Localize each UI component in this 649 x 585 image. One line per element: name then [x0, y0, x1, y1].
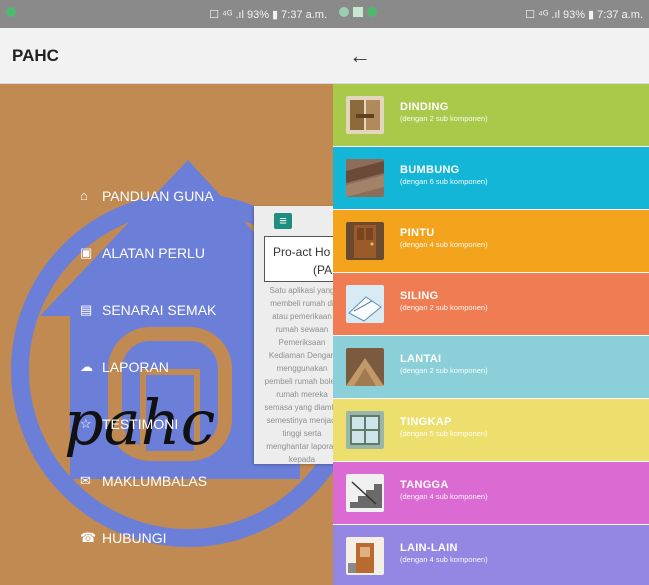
- menu-item-senarai-semak[interactable]: ▤ SENARAI SEMAK: [80, 302, 216, 359]
- menu-item-laporan[interactable]: ☁ LAPORAN: [80, 359, 216, 416]
- floor-image: [346, 348, 384, 386]
- gallery-icon: [353, 7, 363, 17]
- category-tingkap[interactable]: TINGKAP (dengan 5 sub komponen): [333, 399, 649, 461]
- menu-icon[interactable]: ≡: [274, 213, 292, 229]
- category-name: TANGGA: [400, 479, 449, 491]
- ceiling-image: [346, 285, 384, 323]
- left-phone-screen: ☐ ⁴ᴳ .ıl 93% ▮ 7:37 a.m. PAHC pahc ⌂ PAN…: [0, 0, 333, 585]
- roof-image: [346, 159, 384, 197]
- notification-icon: [6, 7, 16, 17]
- category-subtitle: (dengan 5 sub komponen): [400, 429, 488, 438]
- window-image: [346, 411, 384, 449]
- category-subtitle: (dengan 4 sub komponen): [400, 240, 488, 249]
- category-subtitle: (dengan 6 sub komponen): [400, 177, 488, 186]
- app-bar: PAHC: [0, 28, 333, 84]
- phone-icon: ☎: [80, 530, 97, 545]
- app-title: PAHC: [12, 45, 59, 65]
- category-lantai[interactable]: LANTAI (dengan 2 sub komponen): [333, 336, 649, 398]
- popup-title-line2: (PA: [313, 263, 333, 277]
- status-bar: ☐ ⁴ᴳ .ıl 93% ▮ 7:37 a.m.: [333, 0, 649, 28]
- category-pintu[interactable]: PINTU (dengan 4 sub komponen): [333, 210, 649, 272]
- category-name: SILING: [400, 290, 439, 302]
- category-lain-lain[interactable]: LAIN-LAIN (dengan 4 sub komponen): [333, 525, 649, 585]
- popup-description: Satu aplikasi yang membeli rumah di atau…: [264, 286, 333, 464]
- category-name: BUMBUNG: [400, 164, 460, 176]
- misc-image: [346, 537, 384, 575]
- status-text: ☐ ⁴ᴳ .ıl 93% ▮ 7:37 a.m.: [525, 8, 643, 21]
- status-text: ☐ ⁴ᴳ .ıl 93% ▮ 7:37 a.m.: [209, 8, 327, 21]
- category-name: DINDING: [400, 101, 449, 113]
- menu-label: ALATAN PERLU: [102, 245, 205, 261]
- info-popup: ≡ Pro-act Ho (PA Satu aplikasi yang memb…: [254, 206, 333, 464]
- category-tangga[interactable]: TANGGA (dengan 4 sub komponen): [333, 462, 649, 524]
- popup-title-box: Pro-act Ho (PA: [264, 236, 333, 282]
- popup-title-line1: Pro-act Ho: [273, 245, 331, 259]
- toolbox-icon: ▣: [80, 245, 93, 260]
- category-siling[interactable]: SILING (dengan 2 sub komponen): [333, 273, 649, 335]
- cloud-icon: ☁: [80, 359, 93, 374]
- wall-image: [346, 96, 384, 134]
- category-dinding[interactable]: DINDING (dengan 2 sub komponen): [333, 84, 649, 146]
- menu-item-hubungi[interactable]: ☎ HUBUNGI: [80, 530, 216, 585]
- menu-item-alatan-perlu[interactable]: ▣ ALATAN PERLU: [80, 245, 216, 302]
- category-subtitle: (dengan 4 sub komponen): [400, 492, 488, 501]
- app-bar: ←: [333, 28, 649, 84]
- mail-icon: ✉: [80, 473, 91, 488]
- category-subtitle: (dengan 2 sub komponen): [400, 303, 488, 312]
- category-bumbung[interactable]: BUMBUNG (dengan 6 sub komponen): [333, 147, 649, 209]
- menu-item-maklumbalas[interactable]: ✉ MAKLUMBALAS: [80, 473, 216, 530]
- status-bar: ☐ ⁴ᴳ .ıl 93% ▮ 7:37 a.m.: [0, 0, 333, 28]
- notification-icon: [339, 7, 349, 17]
- right-phone-screen: ☐ ⁴ᴳ .ıl 93% ▮ 7:37 a.m. ← DINDING (denga…: [333, 0, 649, 585]
- stairs-image: [346, 474, 384, 512]
- category-name: PINTU: [400, 227, 435, 239]
- category-name: TINGKAP: [400, 416, 452, 428]
- menu-label: SENARAI SEMAK: [102, 302, 217, 318]
- menu-label: HUBUNGI: [102, 530, 167, 546]
- category-subtitle: (dengan 4 sub komponen): [400, 555, 488, 564]
- category-name: LAIN-LAIN: [400, 542, 458, 554]
- menu-label: PANDUAN GUNA: [102, 188, 214, 204]
- star-icon: ☆: [80, 416, 92, 431]
- main-menu: ⌂ PANDUAN GUNA ▣ ALATAN PERLU ▤ SENARAI …: [80, 188, 216, 585]
- menu-item-panduan-guna[interactable]: ⌂ PANDUAN GUNA: [80, 188, 216, 245]
- home-icon: ⌂: [80, 188, 88, 203]
- back-arrow-icon[interactable]: ←: [345, 43, 375, 69]
- menu-label: TESTIMONI: [102, 416, 179, 432]
- category-subtitle: (dengan 2 sub komponen): [400, 114, 488, 123]
- menu-item-testimoni[interactable]: ☆ TESTIMONI: [80, 416, 216, 473]
- notification-icon: [367, 7, 377, 17]
- checklist-icon: ▤: [80, 302, 93, 317]
- menu-label: MAKLUMBALAS: [102, 473, 208, 489]
- menu-label: LAPORAN: [102, 359, 169, 375]
- category-subtitle: (dengan 2 sub komponen): [400, 366, 488, 375]
- door-image: [346, 222, 384, 260]
- category-name: LANTAI: [400, 353, 442, 365]
